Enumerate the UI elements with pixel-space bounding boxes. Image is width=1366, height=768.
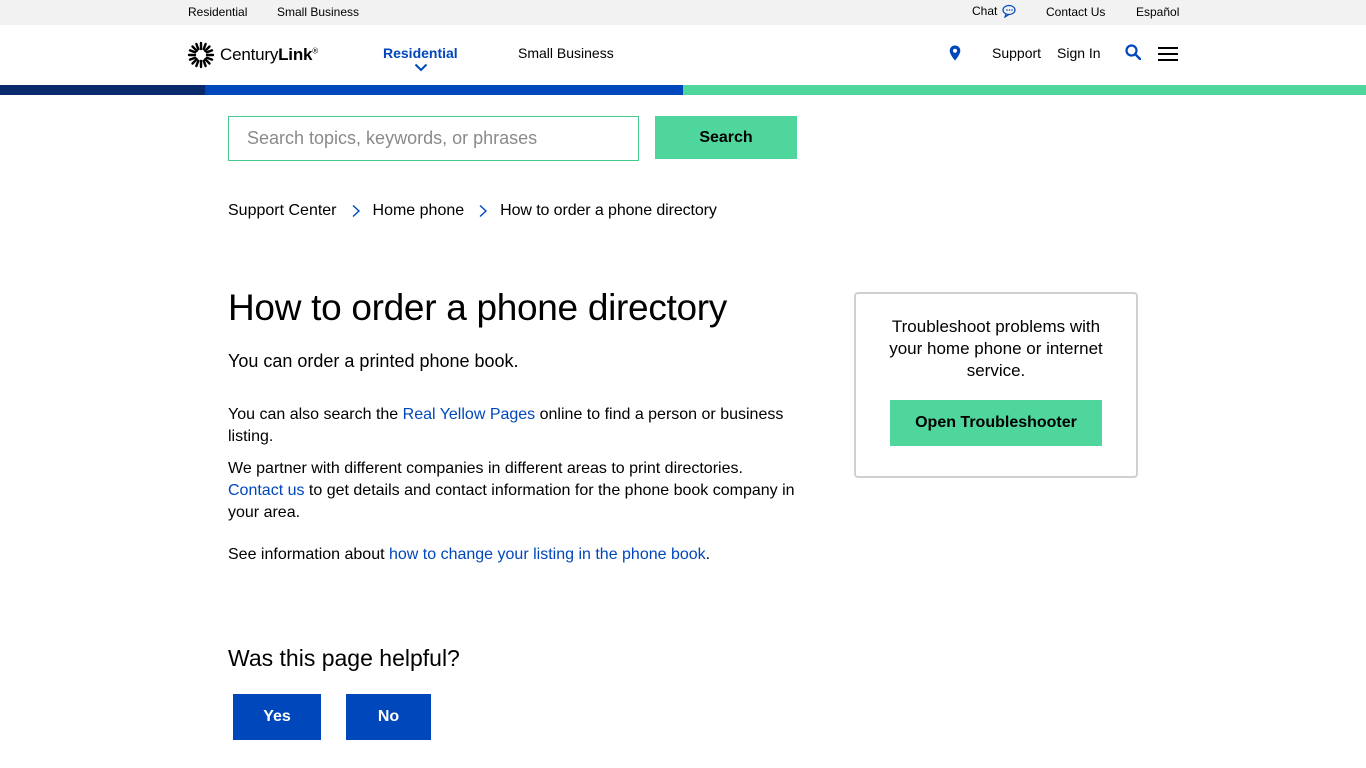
troubleshooter-text: Troubleshoot problems with your home pho… [889, 317, 1103, 380]
chevron-down-icon [414, 63, 428, 72]
search-input[interactable] [228, 116, 639, 161]
nav-residential[interactable]: Residential [383, 45, 458, 61]
page-title: How to order a phone directory [228, 287, 727, 328]
real-yellow-pages-link[interactable]: Real Yellow Pages [403, 406, 536, 423]
breadcrumb: Support Center Home phone How to order a… [228, 202, 717, 220]
centurylink-logo[interactable]: CenturyLink® [187, 41, 318, 69]
article-paragraph-yellow-pages: You can also search the Real Yellow Page… [228, 406, 784, 445]
logo-wordmark: CenturyLink® [220, 45, 318, 64]
troubleshooter-card: Troubleshoot problems with your home pho… [854, 292, 1138, 478]
stripe-blue [205, 85, 683, 95]
location-pin-icon[interactable] [949, 45, 961, 61]
brand-color-stripe [0, 85, 1366, 95]
stripe-navy [0, 85, 205, 95]
breadcrumb-home-phone[interactable]: Home phone [373, 202, 465, 220]
search-button[interactable]: Search [655, 116, 797, 159]
article-paragraph-listing: See information about how to change your… [228, 546, 711, 563]
hamburger-menu-icon[interactable] [1158, 47, 1178, 61]
main-header: CenturyLink® Residential Small Business … [0, 25, 1366, 85]
chat-icon [1002, 4, 1016, 18]
chat-label: Chat [972, 4, 998, 18]
utility-bar: Residential Small Business Chat Contact … [0, 0, 1366, 25]
utility-residential-link[interactable]: Residential [188, 5, 247, 19]
feedback-no-button[interactable]: No [346, 694, 431, 740]
contact-us-link[interactable]: Contact Us [1046, 5, 1105, 19]
utility-small-business-link[interactable]: Small Business [277, 5, 359, 19]
chevron-right-icon [352, 204, 360, 218]
feedback-yes-button[interactable]: Yes [233, 694, 321, 740]
support-link[interactable]: Support [992, 45, 1041, 61]
feedback-question: Was this page helpful? [228, 645, 460, 671]
open-troubleshooter-button[interactable]: Open Troubleshooter [890, 400, 1102, 446]
change-listing-link[interactable]: how to change your listing in the phone … [389, 546, 706, 563]
article-lead: You can order a printed phone book. [228, 351, 519, 371]
nav-small-business[interactable]: Small Business [518, 45, 614, 61]
chevron-right-icon [479, 204, 488, 218]
contact-us-inline-link[interactable]: Contact us [228, 482, 304, 499]
stripe-green [683, 85, 1366, 95]
centurylink-logo-icon [187, 41, 215, 69]
search-icon[interactable] [1125, 44, 1141, 60]
breadcrumb-support-center[interactable]: Support Center [228, 202, 337, 220]
chat-link[interactable]: Chat [972, 4, 1018, 18]
article-paragraph-partners: We partner with different companies in d… [228, 460, 795, 521]
espanol-link[interactable]: Español [1136, 5, 1179, 19]
breadcrumb-current-page: How to order a phone directory [500, 202, 717, 219]
sign-in-link[interactable]: Sign In [1057, 45, 1101, 61]
